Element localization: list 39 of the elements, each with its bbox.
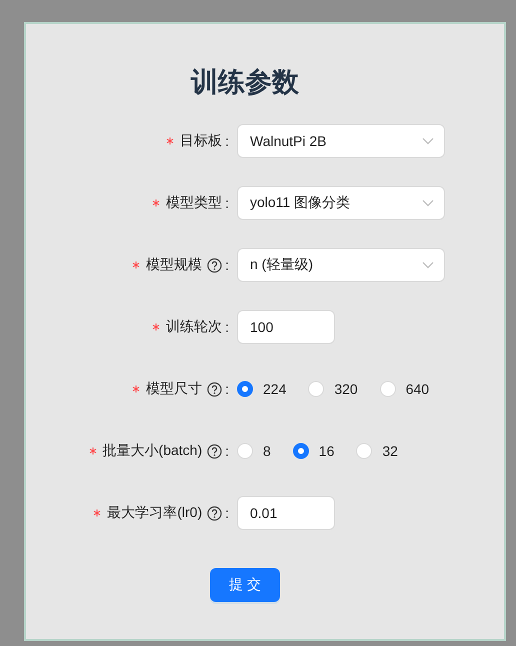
- form-title: 训练参数: [191, 68, 299, 96]
- field-label: 模型类型: [166, 194, 222, 212]
- label-colon: :: [225, 319, 229, 335]
- submit-button[interactable]: 提 交: [210, 568, 280, 602]
- radio-option[interactable]: 224: [237, 381, 286, 397]
- field-label: 最大学习率(lr0): [107, 504, 202, 522]
- chevron-down-icon: [422, 137, 434, 145]
- label-colon: :: [225, 257, 229, 273]
- dropdown[interactable]: WalnutPi 2B: [237, 124, 445, 158]
- help-icon[interactable]: [207, 258, 222, 272]
- dropdown[interactable]: yolo11 图像分类: [237, 186, 445, 220]
- help-icon[interactable]: [207, 506, 222, 520]
- radio-option[interactable]: 16: [292, 443, 334, 459]
- radio-option[interactable]: 32: [356, 443, 398, 459]
- help-icon[interactable]: [207, 444, 222, 458]
- label-colon: :: [225, 443, 229, 459]
- label-colon: :: [225, 133, 229, 149]
- radio-option[interactable]: 640: [380, 381, 430, 397]
- help-icon[interactable]: [207, 382, 222, 396]
- chevron-down-icon: [422, 199, 434, 207]
- label-colon: :: [225, 195, 229, 211]
- field-label: 训练轮次: [166, 318, 222, 336]
- input-field[interactable]: 100: [237, 310, 335, 344]
- dropdown-value: WalnutPi 2B: [250, 133, 327, 149]
- label-colon: :: [225, 381, 229, 397]
- radio-button[interactable]: [237, 381, 253, 397]
- dropdown[interactable]: n (轻量级): [237, 248, 445, 282]
- dropdown-value: yolo11 图像分类: [250, 194, 350, 212]
- field-label: 模型规模: [146, 256, 202, 274]
- radio-option[interactable]: 8: [237, 443, 271, 459]
- field-label: 批量大小(batch): [102, 442, 202, 460]
- chevron-down-icon: [422, 261, 434, 269]
- field-label: 模型尺寸: [146, 380, 202, 398]
- input-field[interactable]: 0.01: [237, 496, 335, 530]
- label-colon: :: [225, 505, 229, 521]
- radio-button[interactable]: [292, 443, 309, 459]
- field-label: 目标板: [180, 132, 222, 150]
- radio-option[interactable]: 320: [308, 381, 358, 397]
- dropdown-value: n (轻量级): [250, 256, 313, 274]
